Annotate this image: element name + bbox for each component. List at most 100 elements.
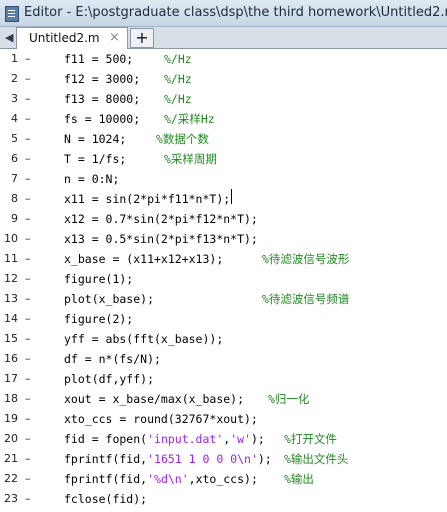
line-number: 5 bbox=[11, 132, 18, 145]
code-fragment: fprintf(fid, bbox=[64, 472, 148, 486]
code-line[interactable]: 8– x11 = sin(2*pi*f11*n*T); bbox=[0, 189, 447, 209]
breakpoint-marker[interactable]: – bbox=[25, 229, 31, 249]
code-line[interactable]: 2– f12 = 3000; %/Hz bbox=[0, 69, 447, 89]
code-text: fs = 10000; bbox=[64, 112, 141, 126]
new-tab-button[interactable]: + bbox=[130, 28, 154, 48]
code-text: N = 1024; bbox=[64, 132, 127, 146]
code-comment: %/Hz bbox=[164, 52, 192, 66]
code-line[interactable]: 5– N = 1024; %数据个数 bbox=[0, 129, 447, 149]
code-text: n = 0:N; bbox=[64, 172, 120, 186]
breakpoint-marker[interactable]: – bbox=[25, 369, 31, 389]
code-line[interactable]: 17– plot(df,yff); bbox=[0, 369, 447, 389]
code-comment: %打开文件 bbox=[284, 432, 337, 446]
tab-bar: ◀ Untitled2.m × + bbox=[0, 27, 447, 49]
breakpoint-marker[interactable]: – bbox=[25, 409, 31, 429]
string-literal: '1651 1 0 0 0\n' bbox=[147, 452, 258, 466]
code-line[interactable]: 20– fid = fopen('input.dat','w'); %打开文件 bbox=[0, 429, 447, 449]
line-number: 15 bbox=[4, 332, 18, 345]
breakpoint-marker[interactable]: – bbox=[25, 209, 31, 229]
code-line[interactable]: 1– f11 = 500; %/Hz bbox=[0, 49, 447, 69]
tab-scroll-left-icon[interactable]: ◀ bbox=[5, 31, 13, 44]
code-line[interactable]: 15– yff = abs(fft(x_base)); bbox=[0, 329, 447, 349]
line-number: 22 bbox=[4, 472, 18, 485]
line-number: 9 bbox=[11, 212, 18, 225]
code-comment: %待滤波信号波形 bbox=[262, 252, 350, 266]
code-fragment: fid = fopen( bbox=[64, 432, 148, 446]
code-comment: %采样周期 bbox=[164, 152, 217, 166]
line-number: 1 bbox=[11, 52, 18, 65]
breakpoint-marker[interactable]: – bbox=[25, 449, 31, 469]
line-number: 19 bbox=[4, 412, 18, 425]
code-line[interactable]: 4– fs = 10000; %/采样Hz bbox=[0, 109, 447, 129]
line-number: 11 bbox=[4, 252, 18, 265]
breakpoint-marker[interactable]: – bbox=[25, 329, 31, 349]
code-comment: %/Hz bbox=[164, 72, 192, 86]
line-number: 12 bbox=[4, 272, 18, 285]
breakpoint-marker[interactable]: – bbox=[25, 89, 31, 109]
breakpoint-marker[interactable]: – bbox=[25, 469, 31, 489]
code-text: fprintf(fid,'%d\n',xto_ccs); bbox=[64, 469, 258, 489]
breakpoint-marker[interactable]: – bbox=[25, 169, 31, 189]
code-line[interactable]: 7– n = 0:N; bbox=[0, 169, 447, 189]
code-line[interactable]: 22– fprintf(fid,'%d\n',xto_ccs); %输出 bbox=[0, 469, 447, 489]
breakpoint-marker[interactable]: – bbox=[25, 109, 31, 129]
line-number: 10 bbox=[4, 232, 18, 245]
close-icon[interactable]: × bbox=[109, 30, 120, 45]
code-line[interactable]: 10– x13 = 0.5*sin(2*pi*f13*n*T); bbox=[0, 229, 447, 249]
code-line[interactable]: 11– x_base = (x11+x12+x13); %待滤波信号波形 bbox=[0, 249, 447, 269]
string-literal: '%d\n' bbox=[147, 472, 189, 486]
code-line[interactable]: 13– plot(x_base); %待滤波信号频谱 bbox=[0, 289, 447, 309]
breakpoint-marker[interactable]: – bbox=[25, 129, 31, 149]
breakpoint-marker[interactable]: – bbox=[25, 489, 31, 509]
window-title: Editor - E:\postgraduate class\dsp\the t… bbox=[24, 5, 447, 20]
line-number: 14 bbox=[4, 312, 18, 325]
breakpoint-marker[interactable]: – bbox=[25, 269, 31, 289]
code-line[interactable]: 14– figure(2); bbox=[0, 309, 447, 329]
code-fragment: ,xto_ccs); bbox=[188, 472, 258, 486]
string-literal: 'w' bbox=[230, 432, 251, 446]
code-comment: %待滤波信号频谱 bbox=[262, 292, 350, 306]
tab-label: Untitled2.m bbox=[29, 31, 100, 45]
code-text: plot(x_base); bbox=[64, 292, 155, 306]
breakpoint-marker[interactable]: – bbox=[25, 249, 31, 269]
code-line[interactable]: 18– xout = x_base/max(x_base); %归一化 bbox=[0, 389, 447, 409]
code-comment: %/Hz bbox=[164, 92, 192, 106]
code-line[interactable]: 23– fclose(fid); bbox=[0, 489, 447, 509]
breakpoint-marker[interactable]: – bbox=[25, 429, 31, 449]
tab-untitled2[interactable]: Untitled2.m × bbox=[16, 27, 128, 49]
breakpoint-marker[interactable]: – bbox=[25, 69, 31, 89]
code-text: yff = abs(fft(x_base)); bbox=[64, 332, 224, 346]
code-text: f12 = 3000; bbox=[64, 72, 141, 86]
code-text: x12 = 0.7*sin(2*pi*f12*n*T); bbox=[64, 212, 258, 226]
line-number: 23 bbox=[4, 492, 18, 505]
breakpoint-marker[interactable]: – bbox=[25, 149, 31, 169]
code-text: f13 = 8000; bbox=[64, 92, 141, 106]
code-line[interactable]: 21– fprintf(fid,'1651 1 0 0 0\n'); %输出文件头 bbox=[0, 449, 447, 469]
code-line[interactable]: 16– df = n*(fs/N); bbox=[0, 349, 447, 369]
code-text: x_base = (x11+x12+x13); bbox=[64, 252, 224, 266]
line-number: 17 bbox=[4, 372, 18, 385]
breakpoint-marker[interactable]: – bbox=[25, 389, 31, 409]
text-cursor bbox=[231, 189, 232, 204]
breakpoint-marker[interactable]: – bbox=[25, 289, 31, 309]
breakpoint-marker[interactable]: – bbox=[25, 189, 31, 209]
code-line[interactable]: 6– T = 1/fs; %采样周期 bbox=[0, 149, 447, 169]
string-literal: 'input.dat' bbox=[147, 432, 224, 446]
code-line[interactable]: 3– f13 = 8000; %/Hz bbox=[0, 89, 447, 109]
line-number: 7 bbox=[11, 172, 18, 185]
code-fragment: fprintf(fid, bbox=[64, 452, 148, 466]
code-editor[interactable]: 1– f11 = 500; %/Hz 2– f12 = 3000; %/Hz 3– f13 =… bbox=[0, 49, 447, 512]
code-line[interactable]: 12– figure(1); bbox=[0, 269, 447, 289]
breakpoint-marker[interactable]: – bbox=[25, 349, 31, 369]
breakpoint-marker[interactable]: – bbox=[25, 49, 31, 69]
line-number: 20 bbox=[4, 432, 18, 445]
breakpoint-marker[interactable]: – bbox=[25, 309, 31, 329]
code-line[interactable]: 9– x12 = 0.7*sin(2*pi*f12*n*T); bbox=[0, 209, 447, 229]
code-line[interactable]: 19– xto_ccs = round(32767*xout); bbox=[0, 409, 447, 429]
code-text: figure(2); bbox=[64, 312, 134, 326]
code-text: xout = x_base/max(x_base); bbox=[64, 392, 245, 406]
line-number: 3 bbox=[11, 92, 18, 105]
code-comment: %数据个数 bbox=[156, 132, 209, 146]
code-text: f11 = 500; bbox=[64, 52, 134, 66]
code-text: x11 = sin(2*pi*f11*n*T); bbox=[64, 192, 231, 206]
